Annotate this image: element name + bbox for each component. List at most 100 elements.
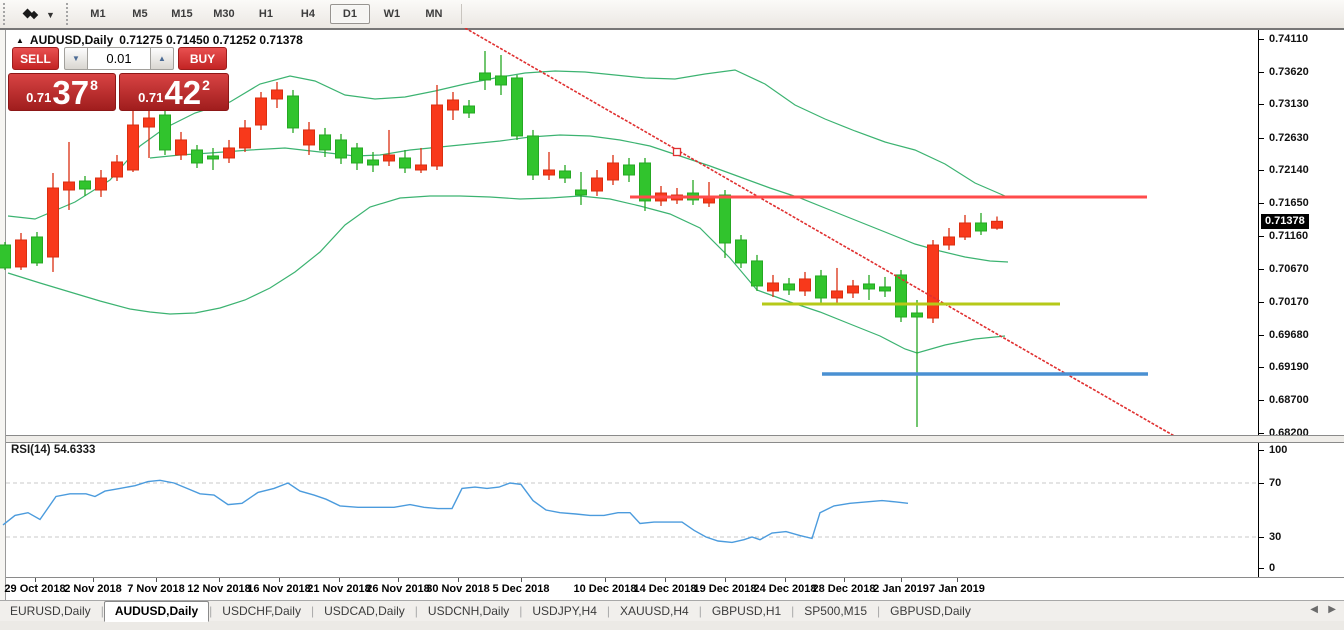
rsi-axis-tick: [1259, 568, 1264, 569]
pane-splitter[interactable]: [6, 435, 1344, 443]
chart-tab-gbpusd-h1[interactable]: GBPUSD,H1: [702, 602, 791, 621]
date-axis-tick: [605, 578, 606, 582]
date-axis-label: 16 Nov 2018: [247, 583, 311, 595]
candle-body: [800, 279, 811, 291]
price-axis-label: 0.70170: [1269, 296, 1309, 308]
timeframe-button-h4[interactable]: H4: [288, 4, 328, 24]
date-axis-label: 24 Dec 2018: [754, 583, 817, 595]
candle-body: [512, 78, 523, 136]
sell-button[interactable]: SELL: [12, 47, 59, 70]
chart-tab-usdcnh-daily[interactable]: USDCNH,Daily: [418, 602, 519, 621]
price-axis-tick: [1259, 269, 1264, 270]
date-axis-tick: [458, 578, 459, 582]
price-axis-label: 0.68700: [1269, 394, 1309, 406]
candle-body: [752, 261, 763, 286]
timeframe-button-d1[interactable]: D1: [330, 4, 370, 24]
candle-body: [192, 150, 203, 163]
candle-body: [448, 100, 459, 110]
toolbar-drag-handle[interactable]: [66, 3, 71, 25]
candle-body: [272, 90, 283, 99]
price-axis-label: 0.71160: [1269, 230, 1308, 242]
trendline-anchor-marker[interactable]: [674, 149, 681, 156]
chart-symbol-label: AUDUSD,Daily: [30, 33, 113, 47]
candle-body: [464, 106, 475, 113]
candle-body: [176, 140, 187, 155]
chevron-down-icon[interactable]: ▼: [46, 10, 55, 20]
price-axis-label: 0.71650: [1269, 197, 1309, 209]
candle-body: [480, 73, 491, 80]
candle-body: [48, 188, 59, 257]
date-axis-tick: [521, 578, 522, 582]
rsi-indicator-label: RSI(14) 54.6333: [11, 444, 95, 456]
chart-tab-usdcad-daily[interactable]: USDCAD,Daily: [314, 602, 415, 621]
date-axis-label: 21 Nov 2018: [307, 583, 371, 595]
candle-body: [768, 283, 779, 291]
chart-tab-audusd-daily[interactable]: AUDUSD,Daily: [104, 601, 209, 622]
rsi-axis-label: 70: [1269, 477, 1281, 489]
timeframe-button-h1[interactable]: H1: [246, 4, 286, 24]
date-axis-label: 2 Nov 2018: [64, 583, 121, 595]
buy-button[interactable]: BUY: [178, 47, 227, 70]
lot-decrease-button[interactable]: ▼: [64, 47, 88, 70]
buy-price-main: 42: [164, 76, 201, 109]
candle-body: [224, 148, 235, 158]
rsi-indicator-canvas[interactable]: [0, 441, 1258, 577]
timeframe-button-w1[interactable]: W1: [372, 4, 412, 24]
chart-tab-xauusd-h4[interactable]: XAUUSD,H4: [610, 602, 699, 621]
chart-tab-bar: ◀ ▶ EURUSD,Daily|AUDUSD,Daily|USDCHF,Dai…: [0, 600, 1344, 621]
lot-size-input[interactable]: 0.01: [88, 47, 150, 70]
price-axis-tick: [1259, 400, 1264, 401]
toolbar-drag-handle[interactable]: [3, 3, 8, 25]
collapse-arrow-icon[interactable]: ▲: [16, 36, 24, 45]
date-axis-tick: [901, 578, 902, 582]
price-axis-label: 0.69680: [1269, 329, 1309, 341]
price-axis-label: 0.72140: [1269, 164, 1309, 176]
chart-tab-eurusd-daily[interactable]: EURUSD,Daily: [0, 602, 101, 621]
candle-body: [928, 245, 939, 318]
price-axis-tick: [1259, 104, 1264, 105]
tabs-scroll-left-icon[interactable]: ◀: [1310, 604, 1318, 615]
chart-tab-sp500-m15[interactable]: SP500,M15: [794, 602, 877, 621]
candle-body: [64, 182, 75, 190]
price-axis-tick: [1259, 170, 1264, 171]
price-axis-label: 0.74110: [1269, 33, 1308, 45]
candle-body: [896, 275, 907, 317]
buy-price-pip: 2: [202, 77, 210, 93]
timeframe-button-m15[interactable]: M15: [162, 4, 202, 24]
timeframe-toolbar: M1M5M15M30H1H4D1W1MN: [77, 0, 455, 28]
candle-body: [496, 76, 507, 85]
sell-price-button[interactable]: 0.71 37 8: [8, 73, 116, 111]
timeframe-button-mn[interactable]: MN: [414, 4, 454, 24]
buy-price-button[interactable]: 0.71 42 2: [119, 73, 229, 111]
date-axis-label: 30 Nov 2018: [426, 583, 490, 595]
rsi-axis-tick: [1259, 537, 1264, 538]
candle-body: [96, 178, 107, 190]
chart-tab-usdjpy-h4[interactable]: USDJPY,H4: [522, 602, 606, 621]
lot-increase-button[interactable]: ▲: [150, 47, 174, 70]
price-axis-tick: [1259, 302, 1264, 303]
candle-body: [608, 163, 619, 180]
chart-tab-gbpusd-daily[interactable]: GBPUSD,Daily: [880, 602, 981, 621]
timeframe-button-m30[interactable]: M30: [204, 4, 244, 24]
sell-price-main: 37: [52, 76, 89, 109]
candle-body: [528, 136, 539, 175]
date-axis-label: 14 Dec 2018: [634, 583, 697, 595]
date-axis-label: 12 Nov 2018: [187, 583, 251, 595]
candle-body: [704, 198, 715, 203]
candle-body: [592, 178, 603, 191]
timeframe-button-m5[interactable]: M5: [120, 4, 160, 24]
date-axis-tick: [665, 578, 666, 582]
date-axis-label: 26 Nov 2018: [366, 583, 430, 595]
candle-body: [0, 245, 11, 268]
chart-tab-usdchf-daily[interactable]: USDCHF,Daily: [212, 602, 311, 621]
candle-body: [256, 98, 267, 125]
timeframe-button-m1[interactable]: M1: [78, 4, 118, 24]
candle-body: [32, 237, 43, 263]
chart-tools-icon[interactable]: [20, 6, 42, 22]
tabs-scroll-right-icon[interactable]: ▶: [1328, 604, 1336, 615]
date-axis-tick: [725, 578, 726, 582]
price-axis-label: 0.73620: [1269, 66, 1309, 78]
date-axis-label: 7 Jan 2019: [929, 583, 985, 595]
date-axis[interactable]: 29 Oct 20182 Nov 20187 Nov 201812 Nov 20…: [6, 577, 1344, 601]
price-axis[interactable]: 0.741100.736200.731300.726300.721400.716…: [1258, 30, 1344, 599]
